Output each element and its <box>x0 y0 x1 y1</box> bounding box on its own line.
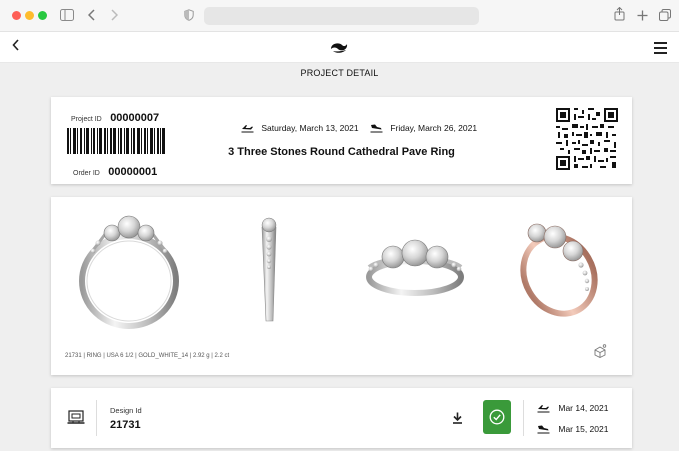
order-id-label: Order ID <box>73 170 100 177</box>
ring-top-view[interactable] <box>363 233 467 299</box>
close-window-button[interactable] <box>12 11 21 20</box>
ring-front-view[interactable] <box>76 211 182 329</box>
design-arrival: Mar 15, 2021 <box>537 423 608 434</box>
product-spec-text: 21731 | RING | USA 6 1/2 | GOLD_WHITE_14… <box>65 353 230 359</box>
project-summary-card: Project ID 00000007 Order ID 00000001 Sa… <box>51 97 632 184</box>
tabs-overview-icon[interactable] <box>659 7 671 25</box>
design-departure-date: Mar 14, 2021 <box>558 402 609 413</box>
back-button[interactable] <box>12 36 20 56</box>
page-title: PROJECT DETAIL <box>300 68 379 78</box>
share-icon[interactable] <box>614 6 625 25</box>
order-id-value: 00000001 <box>108 166 158 178</box>
shield-icon <box>184 7 194 25</box>
back-arrow-icon[interactable] <box>87 7 96 25</box>
plane-landing-icon <box>370 124 383 133</box>
order-id-group: Order ID 00000001 <box>73 162 157 180</box>
project-id-value: 00000007 <box>110 112 160 124</box>
check-circle-icon <box>489 409 505 425</box>
ring-rose-gold-view[interactable] <box>515 215 605 321</box>
new-tab-icon[interactable] <box>637 7 648 25</box>
project-id-label: Project ID <box>71 116 102 123</box>
design-id-label: Design Id <box>110 406 142 415</box>
plane-departure-icon <box>537 404 550 413</box>
brand-logo-icon[interactable] <box>329 39 349 60</box>
divider <box>523 400 524 436</box>
design-arrival-date: Mar 15, 2021 <box>558 423 609 434</box>
download-icon[interactable] <box>452 412 463 424</box>
minimize-window-button[interactable] <box>25 11 34 20</box>
project-id-group: Project ID 00000007 <box>71 108 159 126</box>
forward-arrow-icon[interactable] <box>110 7 119 25</box>
hamburger-menu-icon[interactable] <box>654 42 667 57</box>
design-id-value: 21731 <box>110 419 141 431</box>
zoom-window-button[interactable] <box>38 11 47 20</box>
divider <box>96 400 97 436</box>
project-title: 3 Three Stones Round Cathedral Pave Ring <box>228 146 455 158</box>
project-dates: Saturday, March 13, 2021 Friday, March 2… <box>241 122 477 133</box>
browser-toolbar <box>0 0 679 32</box>
design-departure: Mar 14, 2021 <box>537 402 608 413</box>
plane-landing-icon <box>537 425 550 434</box>
end-date: Friday, March 26, 2021 <box>390 122 478 133</box>
approve-design-button[interactable] <box>483 400 511 434</box>
qr-code-image[interactable] <box>556 108 618 170</box>
start-date: Saturday, March 13, 2021 <box>261 122 359 133</box>
designer-desk-icon <box>67 410 85 424</box>
sidebar-icon[interactable] <box>60 7 74 25</box>
3d-viewer-icon[interactable] <box>593 344 608 358</box>
ring-side-view[interactable] <box>254 217 284 325</box>
design-card: Design Id 21731 Mar 14, 2021 Mar 15, 202… <box>51 388 632 448</box>
plane-departure-icon <box>241 124 254 133</box>
app-header <box>0 32 679 63</box>
product-views-card: 21731 | RING | USA 6 1/2 | GOLD_WHITE_14… <box>51 197 632 375</box>
address-bar[interactable] <box>204 7 479 25</box>
